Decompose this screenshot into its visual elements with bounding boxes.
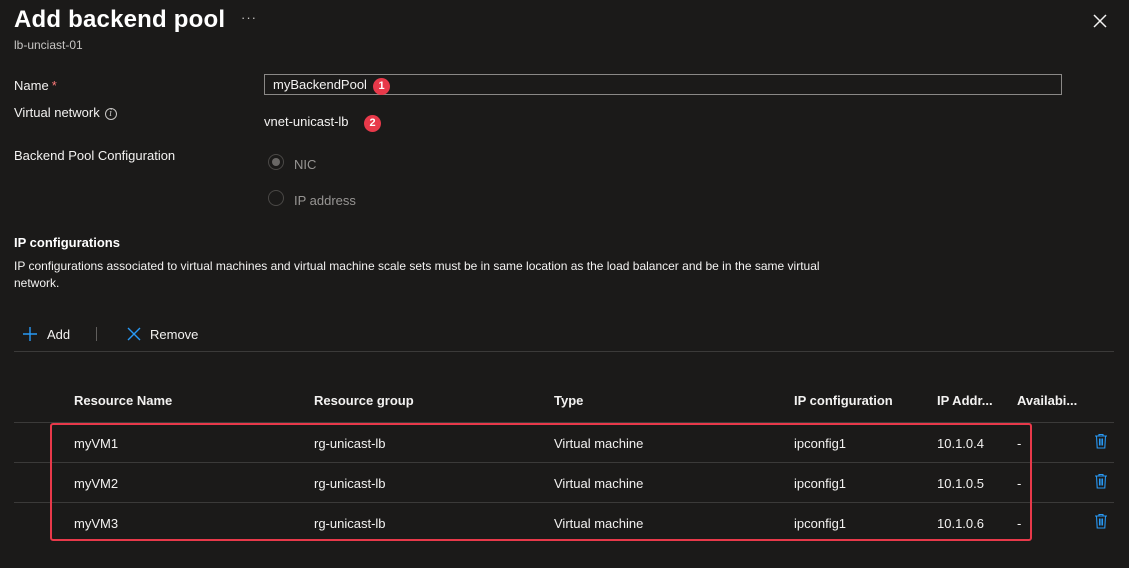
name-label: Name *: [14, 78, 57, 93]
trash-icon[interactable]: [1094, 433, 1108, 449]
panel-title: Add backend pool: [14, 6, 226, 33]
more-options-button[interactable]: ···: [241, 10, 257, 25]
remove-icon: [127, 327, 141, 341]
ip-configurations-heading: IP configurations: [14, 235, 120, 250]
col-header-ip-address[interactable]: IP Addr...: [937, 393, 993, 408]
annotation-highlight-box: [50, 423, 1032, 541]
close-icon: [1093, 14, 1107, 28]
add-icon: [23, 327, 37, 341]
info-icon[interactable]: i: [104, 108, 117, 120]
ip-configurations-description: IP configurations associated to virtual …: [14, 259, 820, 290]
ip-address-radio[interactable]: [268, 190, 284, 206]
toolbar-divider: [96, 327, 97, 341]
close-button[interactable]: [1090, 11, 1110, 31]
remove-button[interactable]: Remove: [126, 326, 198, 342]
panel-subtitle: lb-unciast-01: [14, 38, 83, 52]
col-header-resource-name[interactable]: Resource Name: [74, 393, 172, 408]
nic-radio[interactable]: [268, 154, 284, 170]
toolbar-divider-line: [14, 351, 1114, 352]
vnet-value: vnet-unicast-lb: [264, 114, 349, 129]
vnet-label: Virtual network i: [14, 105, 117, 120]
trash-icon[interactable]: [1094, 513, 1108, 529]
trash-icon[interactable]: [1094, 473, 1108, 489]
ip-address-radio-label: IP address: [294, 193, 356, 208]
col-header-type[interactable]: Type: [554, 393, 583, 408]
pool-config-label: Backend Pool Configuration: [14, 148, 176, 163]
nic-radio-label: NIC: [294, 157, 317, 172]
annotation-badge-2: 2: [364, 115, 381, 132]
col-header-availability[interactable]: Availabi...: [1017, 393, 1077, 408]
required-marker: *: [51, 78, 57, 93]
col-header-ip-configuration[interactable]: IP configuration: [794, 393, 893, 408]
annotation-badge-1: 1: [373, 78, 390, 95]
col-header-resource-group[interactable]: Resource group: [314, 393, 414, 408]
add-button[interactable]: Add: [22, 326, 70, 342]
